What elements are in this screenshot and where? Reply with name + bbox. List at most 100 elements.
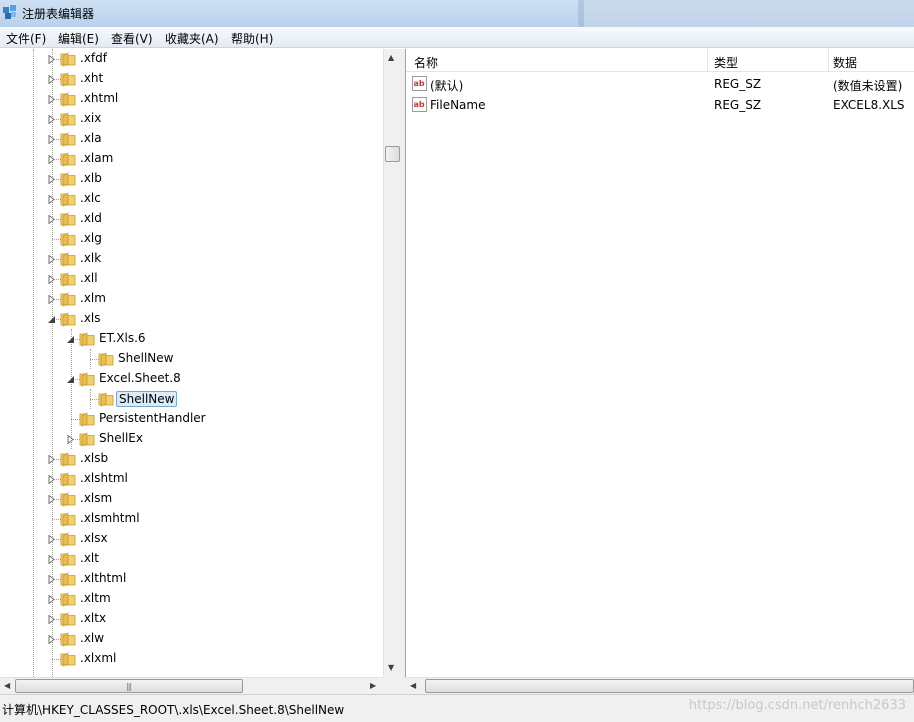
tree-node-label[interactable]: .xlc <box>78 191 103 207</box>
expand-triangle-icon[interactable] <box>47 215 56 224</box>
tree-node[interactable]: .xlam <box>0 149 383 169</box>
column-divider[interactable] <box>828 49 829 72</box>
scroll-right-arrow-icon[interactable]: ▶ <box>370 681 376 690</box>
column-divider[interactable] <box>707 49 708 72</box>
expand-triangle-icon[interactable] <box>66 435 75 444</box>
tree-node[interactable]: .xlsmhtml <box>0 509 383 529</box>
tree-horizontal-scroll-thumb[interactable]: ||| <box>15 679 243 693</box>
tree-node-label[interactable]: .xlk <box>78 251 103 267</box>
tree-node-label[interactable]: .xlsx <box>78 531 110 547</box>
expand-triangle-icon[interactable] <box>47 535 56 544</box>
tree-node-label[interactable]: .xltm <box>78 591 113 607</box>
tree-horizontal-scrollbar[interactable]: ◀ ||| ▶ <box>0 677 383 694</box>
collapse-triangle-icon[interactable] <box>66 375 75 384</box>
tree-node-label[interactable]: .xlsm <box>78 491 114 507</box>
tree-node-label[interactable]: ShellNew <box>116 351 175 367</box>
tree-node[interactable]: .xll <box>0 269 383 289</box>
expand-triangle-icon[interactable] <box>47 275 56 284</box>
tree-node-label[interactable]: .xltx <box>78 611 108 627</box>
tree-node-label[interactable]: ShellEx <box>97 431 145 447</box>
expand-triangle-icon[interactable] <box>47 75 56 84</box>
expand-triangle-icon[interactable] <box>47 555 56 564</box>
values-horizontal-scrollbar[interactable]: ◀ <box>405 677 914 694</box>
tree-node[interactable]: .xls <box>0 309 383 329</box>
scroll-left-arrow-icon[interactable]: ◀ <box>410 681 416 690</box>
column-type-header[interactable]: 类型 <box>714 54 738 71</box>
collapse-triangle-icon[interactable] <box>66 335 75 344</box>
tree-node-label[interactable]: .xlthtml <box>78 571 128 587</box>
expand-triangle-icon[interactable] <box>47 595 56 604</box>
menu-file[interactable]: 文件(F) <box>6 30 46 47</box>
column-data-header[interactable]: 数据 <box>833 54 857 71</box>
tree-node[interactable]: ShellEx <box>0 429 383 449</box>
tree-node-label[interactable]: .xlm <box>78 291 108 307</box>
tree-node-label[interactable]: .xld <box>78 211 104 227</box>
expand-triangle-icon[interactable] <box>47 575 56 584</box>
tree-node-label[interactable]: .xht <box>78 71 105 87</box>
tree-node-label[interactable]: .xll <box>78 271 100 287</box>
tree-node[interactable]: .xhtml <box>0 89 383 109</box>
expand-triangle-icon[interactable] <box>47 635 56 644</box>
tree-node[interactable]: PersistentHandler <box>0 409 383 429</box>
tree-node[interactable]: Excel.Sheet.8 <box>0 369 383 389</box>
tree-node[interactable]: .xlc <box>0 189 383 209</box>
scroll-up-arrow-icon[interactable]: ▲ <box>388 53 394 62</box>
menu-help[interactable]: 帮助(H) <box>231 30 273 47</box>
tree-node-label[interactable]: .xix <box>78 111 103 127</box>
expand-triangle-icon[interactable] <box>47 475 56 484</box>
tree-node[interactable]: .xht <box>0 69 383 89</box>
scroll-left-arrow-icon[interactable]: ◀ <box>4 681 10 690</box>
tree-node[interactable]: .xlb <box>0 169 383 189</box>
tree-node[interactable]: .xlk <box>0 249 383 269</box>
tree-node-label[interactable]: .xls <box>78 311 103 327</box>
tree-node[interactable]: .xfdf <box>0 49 383 69</box>
tree-node[interactable]: ET.Xls.6 <box>0 329 383 349</box>
expand-triangle-icon[interactable] <box>47 55 56 64</box>
tree-node-label[interactable]: .xlg <box>78 231 104 247</box>
column-name-header[interactable]: 名称 <box>414 54 438 71</box>
menu-view[interactable]: 查看(V) <box>111 30 153 47</box>
value-row[interactable]: ab FileName REG_SZ EXCEL8.XLS <box>406 95 914 115</box>
tree-node-label[interactable]: .xlxml <box>78 651 118 667</box>
tree-node[interactable]: .xltm <box>0 589 383 609</box>
tree-node[interactable]: .xlshtml <box>0 469 383 489</box>
tree-node-label[interactable]: PersistentHandler <box>97 411 208 427</box>
tree-node[interactable]: .xlm <box>0 289 383 309</box>
tree-node-label[interactable]: .xlb <box>78 171 104 187</box>
tree-node[interactable]: .xlw <box>0 629 383 649</box>
tree-node-label[interactable]: .xfdf <box>78 51 109 67</box>
tree-node[interactable]: .xld <box>0 209 383 229</box>
expand-triangle-icon[interactable] <box>47 295 56 304</box>
values-horizontal-scroll-thumb[interactable] <box>425 679 914 693</box>
tree-node-label[interactable]: .xlam <box>78 151 115 167</box>
tree-node[interactable]: .xlsm <box>0 489 383 509</box>
tree-node-label[interactable]: .xla <box>78 131 104 147</box>
tree-node-label-selected[interactable]: ShellNew <box>116 391 178 407</box>
scroll-down-arrow-icon[interactable]: ▼ <box>388 663 394 672</box>
tree-node[interactable]: .xlxml <box>0 649 383 669</box>
expand-triangle-icon[interactable] <box>47 495 56 504</box>
menu-favorites[interactable]: 收藏夹(A) <box>165 30 219 47</box>
tree-node[interactable]: .xltx <box>0 609 383 629</box>
value-row[interactable]: ab (默认) REG_SZ (数值未设置) <box>406 74 914 94</box>
tree-node-label[interactable]: .xlshtml <box>78 471 130 487</box>
expand-triangle-icon[interactable] <box>47 615 56 624</box>
expand-triangle-icon[interactable] <box>47 135 56 144</box>
tree-node[interactable]: ShellNew <box>0 389 383 409</box>
expand-triangle-icon[interactable] <box>47 115 56 124</box>
tree-node[interactable]: .xlsb <box>0 449 383 469</box>
tree-node-label[interactable]: .xlt <box>78 551 101 567</box>
tree-node[interactable]: .xlt <box>0 549 383 569</box>
tree-node-label[interactable]: ET.Xls.6 <box>97 331 148 347</box>
tree-node[interactable]: ShellNew <box>0 349 383 369</box>
expand-triangle-icon[interactable] <box>47 95 56 104</box>
tree-vertical-scrollbar[interactable]: ▲ ▼ <box>383 49 400 677</box>
key-tree[interactable]: .xfdf .xht .xhtml .xix .xla .xlam .xlb .xlc .xld… <box>0 49 400 694</box>
tree-node-label[interactable]: .xlsmhtml <box>78 511 142 527</box>
collapse-triangle-icon[interactable] <box>47 315 56 324</box>
tree-node[interactable]: .xlsx <box>0 529 383 549</box>
tree-node-label[interactable]: .xlsb <box>78 451 110 467</box>
expand-triangle-icon[interactable] <box>47 155 56 164</box>
tree-node[interactable]: .xix <box>0 109 383 129</box>
expand-triangle-icon[interactable] <box>47 175 56 184</box>
